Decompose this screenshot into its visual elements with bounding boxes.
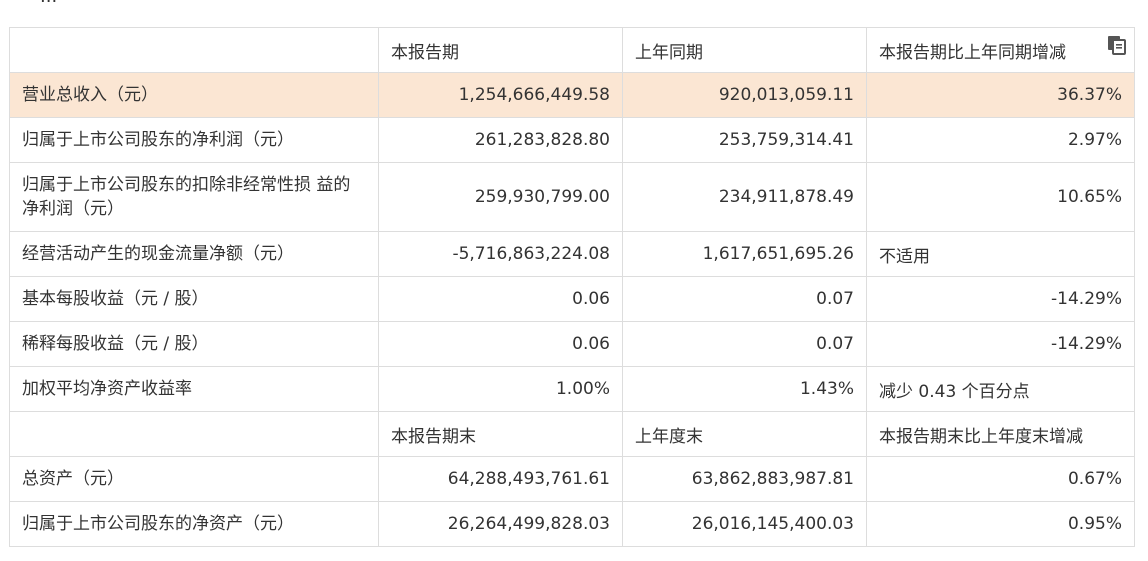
key-financial-data-table: 本报告期 上年同期 本报告期比上年同期增减 营业总收入（元） 1,254,666…: [9, 27, 1135, 547]
row-change-value: 10.65%: [866, 162, 1135, 232]
table-row[interactable]: 经营活动产生的现金流量净额（元） -5,716,863,224.08 1,617…: [9, 231, 1135, 277]
table-subheader-row: 本报告期末 上年度末 本报告期末比上年度末增减: [9, 411, 1135, 457]
table-row[interactable]: 加权平均净资产收益率 1.00% 1.43% 减少 0.43 个百分点: [9, 366, 1135, 412]
row-prior-value: 253,759,314.41: [622, 117, 867, 163]
subheader-label-cell: [9, 411, 379, 457]
row-change-value: 减少 0.43 个百分点: [866, 366, 1135, 412]
row-current-value: 26,264,499,828.03: [378, 501, 623, 547]
header-current-period: 本报告期: [378, 27, 623, 73]
row-change-value: 2.97%: [866, 117, 1135, 163]
row-current-value: -5,716,863,224.08: [378, 231, 623, 277]
row-label: 加权平均净资产收益率: [9, 366, 379, 412]
table-row[interactable]: 归属于上市公司股东的净利润（元） 261,283,828.80 253,759,…: [9, 117, 1135, 163]
row-label: 基本每股收益（元 / 股）: [9, 276, 379, 322]
row-label: 归属于上市公司股东的净利润（元）: [9, 117, 379, 163]
row-prior-value: 920,013,059.11: [622, 72, 867, 118]
subheader-prior-year-end: 上年度末: [622, 411, 867, 457]
table-row[interactable]: 稀释每股收益（元 / 股） 0.06 0.07 -14.29%: [9, 321, 1135, 367]
header-change-label: 本报告期比上年同期增减: [879, 42, 1066, 63]
previous-section-heading-fragment: ...: [40, 0, 57, 6]
row-label: 总资产（元）: [9, 456, 379, 502]
row-current-value: 0.06: [378, 321, 623, 367]
table-row[interactable]: 归属于上市公司股东的扣除非经常性损 益的净利润（元） 259,930,799.0…: [9, 162, 1135, 232]
table-row[interactable]: 归属于上市公司股东的净资产（元） 26,264,499,828.03 26,01…: [9, 501, 1135, 547]
row-prior-value: 1.43%: [622, 366, 867, 412]
row-change-value: -14.29%: [866, 321, 1135, 367]
row-label: 营业总收入（元）: [9, 72, 379, 118]
subheader-change: 本报告期末比上年度末增减: [866, 411, 1135, 457]
header-prior-period: 上年同期: [622, 27, 867, 73]
row-label: 归属于上市公司股东的净资产（元）: [9, 501, 379, 547]
row-label: 归属于上市公司股东的扣除非经常性损 益的净利润（元）: [9, 162, 379, 232]
row-current-value: 0.06: [378, 276, 623, 322]
header-label-cell: [9, 27, 379, 73]
row-change-value: 不适用: [866, 231, 1135, 277]
row-current-value: 1.00%: [378, 366, 623, 412]
row-prior-value: 1,617,651,695.26: [622, 231, 867, 277]
row-change-value: 0.67%: [866, 456, 1135, 502]
row-current-value: 261,283,828.80: [378, 117, 623, 163]
row-prior-value: 26,016,145,400.03: [622, 501, 867, 547]
subheader-current-period-end: 本报告期末: [378, 411, 623, 457]
row-prior-value: 0.07: [622, 321, 867, 367]
row-prior-value: 234,911,878.49: [622, 162, 867, 232]
table-row[interactable]: 基本每股收益（元 / 股） 0.06 0.07 -14.29%: [9, 276, 1135, 322]
row-prior-value: 63,862,883,987.81: [622, 456, 867, 502]
row-current-value: 1,254,666,449.58: [378, 72, 623, 118]
copy-icon[interactable]: [1106, 34, 1128, 56]
row-label: 经营活动产生的现金流量净额（元）: [9, 231, 379, 277]
row-label: 稀释每股收益（元 / 股）: [9, 321, 379, 367]
table-row[interactable]: 总资产（元） 64,288,493,761.61 63,862,883,987.…: [9, 456, 1135, 502]
row-change-value: 0.95%: [866, 501, 1135, 547]
row-prior-value: 0.07: [622, 276, 867, 322]
table-header-row: 本报告期 上年同期 本报告期比上年同期增减: [9, 27, 1135, 73]
row-change-value: 36.37%: [866, 72, 1135, 118]
row-current-value: 64,288,493,761.61: [378, 456, 623, 502]
header-change-cell: 本报告期比上年同期增减: [866, 27, 1135, 73]
table-row[interactable]: 营业总收入（元） 1,254,666,449.58 920,013,059.11…: [9, 72, 1135, 118]
row-current-value: 259,930,799.00: [378, 162, 623, 232]
row-change-value: -14.29%: [866, 276, 1135, 322]
